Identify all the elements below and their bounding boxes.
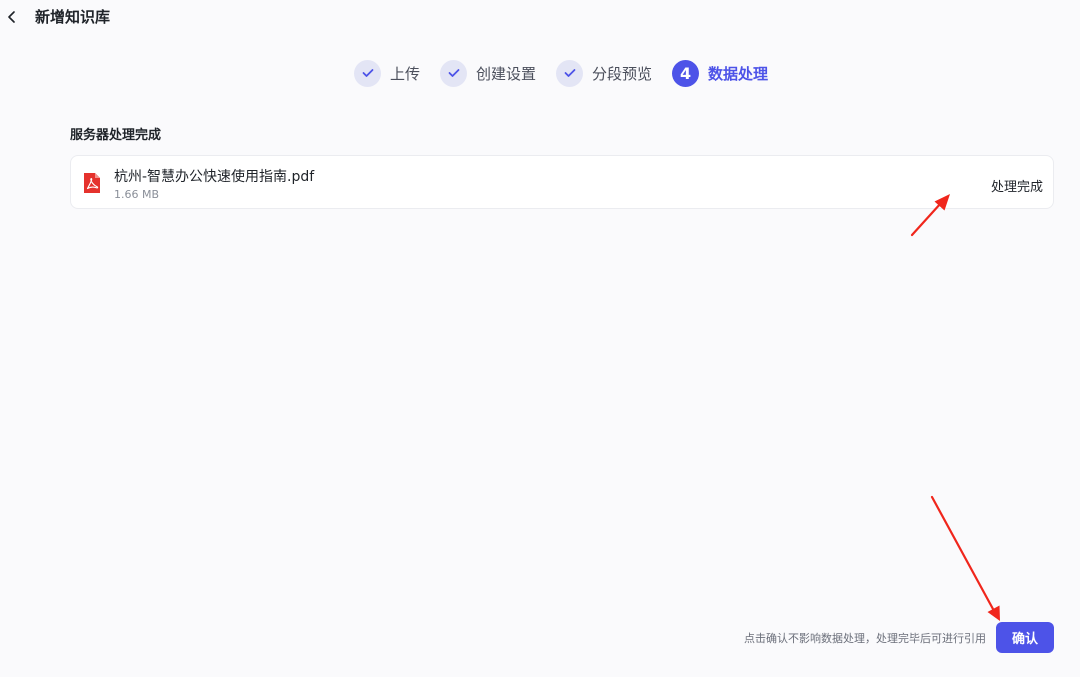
annotation-arrow-confirm [930, 495, 1000, 621]
annotation-arrows [910, 194, 1000, 621]
step-done-indicator [440, 59, 468, 87]
step-label: 上传 [390, 64, 421, 83]
confirm-hint: 点击确认不影响数据处理，处理完毕后可进行引用 [744, 632, 986, 645]
processing-status: 处理完成 [990, 180, 1043, 195]
step-data-processing: 4 数据处理 [672, 59, 769, 87]
file-name: 杭州-智慧办公快速使用指南.pdf [114, 169, 315, 185]
step-segment-preview: 分段预览 [556, 59, 653, 87]
step-number-indicator: 4 [672, 59, 700, 87]
confirm-button[interactable]: 确认 [996, 622, 1054, 653]
step-upload: 上传 [354, 59, 421, 87]
chevron-left-icon [8, 11, 15, 23]
file-item: 杭州-智慧办公快速使用指南.pdf 1.66 MB 处理完成 [70, 155, 1054, 209]
step-done-indicator [354, 59, 381, 87]
step-done-indicator [556, 59, 584, 87]
page-title: 新增知识库 [35, 8, 111, 26]
step-label: 分段预览 [592, 64, 653, 83]
check-icon [564, 69, 575, 77]
file-size: 1.66 MB [114, 188, 160, 201]
step-label: 创建设置 [476, 64, 537, 83]
check-icon [448, 69, 459, 77]
back-button[interactable] [2, 7, 22, 27]
knowledge-base-create-page: 新增知识库 上传 创建设置 分段预览 4 数据处理 服务器处理完成 杭州-智慧办… [0, 0, 1080, 677]
pdf-icon [84, 173, 100, 193]
section-title: 服务器处理完成 [70, 128, 162, 143]
step-label: 数据处理 [708, 64, 769, 83]
step-create-settings: 创建设置 [440, 59, 537, 87]
check-icon [362, 69, 373, 77]
step-progress: 上传 创建设置 分段预览 4 数据处理 [354, 59, 788, 87]
